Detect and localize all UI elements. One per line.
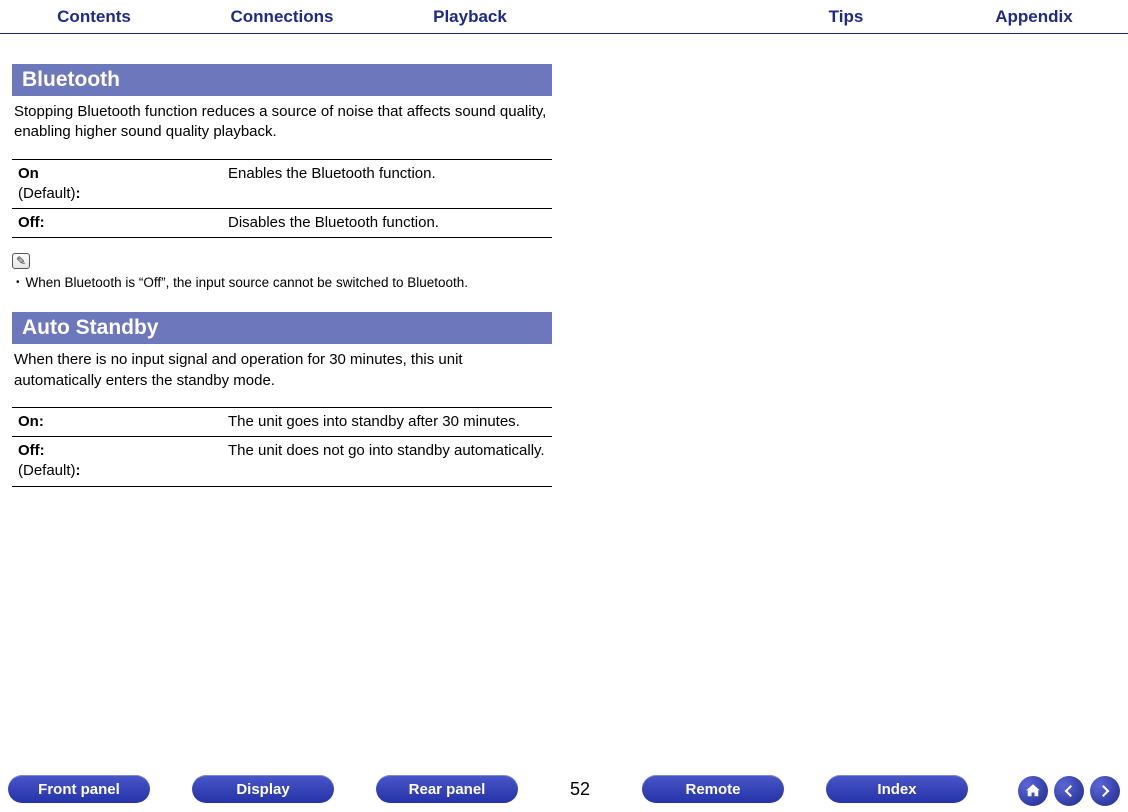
pill-display[interactable]: Display	[192, 775, 334, 803]
tab-settings[interactable]: Settings	[564, 0, 752, 33]
option-key: On(Default):	[12, 159, 222, 209]
pill-index[interactable]: Index	[826, 775, 968, 803]
top-nav: Contents Connections Playback Settings Tips A…	[0, 0, 1128, 34]
pill-front-panel[interactable]: Front panel	[8, 775, 150, 803]
autostandby-options-table: On:The unit goes into standby after 30 m…	[12, 407, 552, 487]
tab-contents[interactable]: Contents	[0, 0, 188, 33]
tab-label: Playback	[433, 7, 507, 27]
home-button[interactable]	[1018, 776, 1048, 806]
section-desc-autostandby: When there is no input signal and operat…	[12, 350, 552, 391]
option-key: Off:(Default):	[12, 437, 222, 487]
tab-label: Appendix	[995, 7, 1072, 27]
bluetooth-notes: When Bluetooth is “Off”, the input sourc…	[12, 275, 552, 290]
page-number: 52	[560, 779, 600, 800]
bottom-right-controls	[1018, 776, 1120, 806]
table-row: On:The unit goes into standby after 30 m…	[12, 407, 552, 436]
content: Bluetooth Stopping Bluetooth function re…	[0, 34, 1128, 501]
option-value: Disables the Bluetooth function.	[222, 209, 552, 238]
pill-rear-panel[interactable]: Rear panel	[376, 775, 518, 803]
table-row: Off:Disables the Bluetooth function.	[12, 209, 552, 238]
tab-label: Contents	[57, 7, 131, 27]
arrow-left-icon	[1060, 782, 1078, 800]
section-heading-bluetooth: Bluetooth	[12, 64, 552, 96]
bluetooth-options-table: On(Default):Enables the Bluetooth functi…	[12, 159, 552, 239]
option-key: Off:	[12, 209, 222, 238]
list-item: When Bluetooth is “Off”, the input sourc…	[16, 275, 552, 290]
option-value: The unit does not go into standby automa…	[222, 437, 552, 487]
tab-playback[interactable]: Playback	[376, 0, 564, 33]
section-desc-bluetooth: Stopping Bluetooth function reduces a so…	[12, 102, 552, 143]
pill-remote[interactable]: Remote	[642, 775, 784, 803]
option-value: Enables the Bluetooth function.	[222, 159, 552, 209]
tab-label: Settings	[624, 7, 691, 27]
prev-button[interactable]	[1054, 776, 1084, 806]
tab-appendix[interactable]: Appendix	[940, 0, 1128, 33]
bottom-bar: Front panel Display Rear panel 52 Remote…	[0, 772, 1128, 806]
next-button[interactable]	[1090, 776, 1120, 806]
tab-tips[interactable]: Tips	[752, 0, 940, 33]
tab-label: Connections	[231, 7, 334, 27]
tab-label: Tips	[829, 7, 864, 27]
table-row: On(Default):Enables the Bluetooth functi…	[12, 159, 552, 209]
option-key: On:	[12, 407, 222, 436]
tab-connections[interactable]: Connections	[188, 0, 376, 33]
arrow-right-icon	[1096, 782, 1114, 800]
home-icon	[1024, 782, 1042, 800]
left-column: Bluetooth Stopping Bluetooth function re…	[12, 64, 552, 501]
table-row: Off:(Default):The unit does not go into …	[12, 437, 552, 487]
option-value: The unit goes into standby after 30 minu…	[222, 407, 552, 436]
section-heading-autostandby: Auto Standby	[12, 312, 552, 344]
note-icon: ✎	[12, 253, 30, 269]
